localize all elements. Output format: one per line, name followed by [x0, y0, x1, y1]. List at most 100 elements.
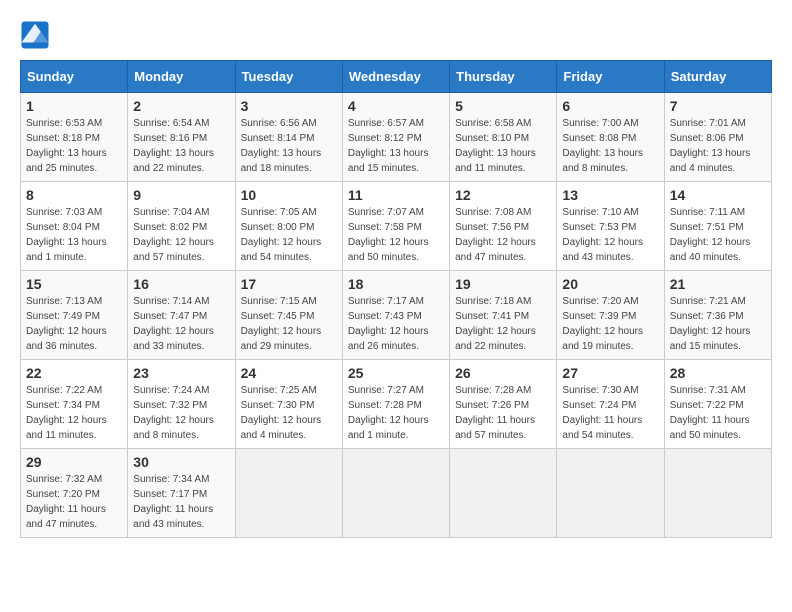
calendar-cell: 4 Sunrise: 6:57 AM Sunset: 8:12 PM Daylig… [342, 93, 449, 182]
day-info: Sunrise: 7:08 AM Sunset: 7:56 PM Dayligh… [455, 205, 551, 265]
logo [20, 20, 54, 50]
calendar-cell: 2 Sunrise: 6:54 AM Sunset: 8:16 PM Daylig… [128, 93, 235, 182]
calendar-cell: 20Sunrise: 7:20 AM Sunset: 7:39 PM Dayli… [557, 271, 664, 360]
day-number: 18 [348, 276, 444, 292]
day-number: 3 [241, 98, 337, 114]
calendar-cell: 21Sunrise: 7:21 AM Sunset: 7:36 PM Dayli… [664, 271, 771, 360]
day-info: Sunrise: 7:31 AM Sunset: 7:22 PM Dayligh… [670, 383, 766, 443]
day-info: Sunrise: 7:15 AM Sunset: 7:45 PM Dayligh… [241, 294, 337, 354]
day-info: Sunrise: 7:07 AM Sunset: 7:58 PM Dayligh… [348, 205, 444, 265]
day-number: 30 [133, 454, 229, 470]
day-info: Sunrise: 7:32 AM Sunset: 7:20 PM Dayligh… [26, 472, 122, 532]
day-info: Sunrise: 7:14 AM Sunset: 7:47 PM Dayligh… [133, 294, 229, 354]
day-number: 15 [26, 276, 122, 292]
calendar-week-row: 29 Sunrise: 7:32 AM Sunset: 7:20 PM Dayli… [21, 449, 772, 538]
day-info: Sunrise: 7:10 AM Sunset: 7:53 PM Dayligh… [562, 205, 658, 265]
day-info: Sunrise: 7:03 AM Sunset: 8:04 PM Dayligh… [26, 205, 122, 265]
day-number: 6 [562, 98, 658, 114]
calendar-cell: 24Sunrise: 7:25 AM Sunset: 7:30 PM Dayli… [235, 360, 342, 449]
calendar-cell: 27Sunrise: 7:30 AM Sunset: 7:24 PM Dayli… [557, 360, 664, 449]
day-number: 9 [133, 187, 229, 203]
calendar-cell [235, 449, 342, 538]
calendar-cell: 28 Sunrise: 7:31 AM Sunset: 7:22 PM Dayli… [664, 360, 771, 449]
calendar-cell: 19 Sunrise: 7:18 AM Sunset: 7:41 PM Dayli… [450, 271, 557, 360]
day-info: Sunrise: 7:27 AM Sunset: 7:28 PM Dayligh… [348, 383, 444, 443]
day-number: 29 [26, 454, 122, 470]
calendar-cell: 18Sunrise: 7:17 AM Sunset: 7:43 PM Dayli… [342, 271, 449, 360]
calendar-cell [664, 449, 771, 538]
day-info: Sunrise: 6:56 AM Sunset: 8:14 PM Dayligh… [241, 116, 337, 176]
day-info: Sunrise: 7:30 AM Sunset: 7:24 PM Dayligh… [562, 383, 658, 443]
calendar-cell: 1 Sunrise: 6:53 AM Sunset: 8:18 PM Daylig… [21, 93, 128, 182]
day-info: Sunrise: 7:24 AM Sunset: 7:32 PM Dayligh… [133, 383, 229, 443]
calendar-body: 1 Sunrise: 6:53 AM Sunset: 8:18 PM Daylig… [21, 93, 772, 538]
calendar-cell: 5 Sunrise: 6:58 AM Sunset: 8:10 PM Daylig… [450, 93, 557, 182]
day-info: Sunrise: 6:53 AM Sunset: 8:18 PM Dayligh… [26, 116, 122, 176]
day-number: 2 [133, 98, 229, 114]
calendar-cell: 15 Sunrise: 7:13 AM Sunset: 7:49 PM Dayli… [21, 271, 128, 360]
calendar-cell: 13 Sunrise: 7:10 AM Sunset: 7:53 PM Dayli… [557, 182, 664, 271]
weekday-header-tuesday: Tuesday [235, 61, 342, 93]
calendar-cell [450, 449, 557, 538]
day-number: 10 [241, 187, 337, 203]
calendar-cell: 9 Sunrise: 7:04 AM Sunset: 8:02 PM Daylig… [128, 182, 235, 271]
day-number: 16 [133, 276, 229, 292]
day-number: 23 [133, 365, 229, 381]
day-info: Sunrise: 7:28 AM Sunset: 7:26 PM Dayligh… [455, 383, 551, 443]
weekday-header-friday: Friday [557, 61, 664, 93]
calendar-cell: 16 Sunrise: 7:14 AM Sunset: 7:47 PM Dayli… [128, 271, 235, 360]
calendar-cell [557, 449, 664, 538]
day-info: Sunrise: 6:54 AM Sunset: 8:16 PM Dayligh… [133, 116, 229, 176]
day-info: Sunrise: 7:05 AM Sunset: 8:00 PM Dayligh… [241, 205, 337, 265]
day-info: Sunrise: 6:58 AM Sunset: 8:10 PM Dayligh… [455, 116, 551, 176]
day-info: Sunrise: 7:01 AM Sunset: 8:06 PM Dayligh… [670, 116, 766, 176]
day-number: 14 [670, 187, 766, 203]
day-info: Sunrise: 7:25 AM Sunset: 7:30 PM Dayligh… [241, 383, 337, 443]
day-number: 28 [670, 365, 766, 381]
calendar-header: SundayMondayTuesdayWednesdayThursdayFrid… [21, 61, 772, 93]
calendar-cell: 7 Sunrise: 7:01 AM Sunset: 8:06 PM Daylig… [664, 93, 771, 182]
logo-icon [20, 20, 50, 50]
day-info: Sunrise: 6:57 AM Sunset: 8:12 PM Dayligh… [348, 116, 444, 176]
weekday-header-row: SundayMondayTuesdayWednesdayThursdayFrid… [21, 61, 772, 93]
header [20, 20, 772, 50]
day-number: 26 [455, 365, 551, 381]
day-number: 4 [348, 98, 444, 114]
day-number: 8 [26, 187, 122, 203]
day-info: Sunrise: 7:34 AM Sunset: 7:17 PM Dayligh… [133, 472, 229, 532]
weekday-header-sunday: Sunday [21, 61, 128, 93]
day-number: 17 [241, 276, 337, 292]
calendar-cell: 10 Sunrise: 7:05 AM Sunset: 8:00 PM Dayli… [235, 182, 342, 271]
calendar-cell: 22 Sunrise: 7:22 AM Sunset: 7:34 PM Dayli… [21, 360, 128, 449]
calendar-week-row: 8 Sunrise: 7:03 AM Sunset: 8:04 PM Daylig… [21, 182, 772, 271]
day-number: 1 [26, 98, 122, 114]
day-info: Sunrise: 7:18 AM Sunset: 7:41 PM Dayligh… [455, 294, 551, 354]
calendar-week-row: 22 Sunrise: 7:22 AM Sunset: 7:34 PM Dayli… [21, 360, 772, 449]
calendar-table: SundayMondayTuesdayWednesdayThursdayFrid… [20, 60, 772, 538]
calendar-cell: 6 Sunrise: 7:00 AM Sunset: 8:08 PM Daylig… [557, 93, 664, 182]
calendar-cell: 11 Sunrise: 7:07 AM Sunset: 7:58 PM Dayli… [342, 182, 449, 271]
day-info: Sunrise: 7:04 AM Sunset: 8:02 PM Dayligh… [133, 205, 229, 265]
day-info: Sunrise: 7:13 AM Sunset: 7:49 PM Dayligh… [26, 294, 122, 354]
day-number: 13 [562, 187, 658, 203]
calendar-cell: 8 Sunrise: 7:03 AM Sunset: 8:04 PM Daylig… [21, 182, 128, 271]
day-number: 25 [348, 365, 444, 381]
day-info: Sunrise: 7:00 AM Sunset: 8:08 PM Dayligh… [562, 116, 658, 176]
day-number: 7 [670, 98, 766, 114]
calendar-cell: 14Sunrise: 7:11 AM Sunset: 7:51 PM Dayli… [664, 182, 771, 271]
day-number: 22 [26, 365, 122, 381]
day-info: Sunrise: 7:21 AM Sunset: 7:36 PM Dayligh… [670, 294, 766, 354]
day-number: 11 [348, 187, 444, 203]
day-number: 20 [562, 276, 658, 292]
weekday-header-wednesday: Wednesday [342, 61, 449, 93]
calendar-cell: 30 Sunrise: 7:34 AM Sunset: 7:17 PM Dayli… [128, 449, 235, 538]
weekday-header-thursday: Thursday [450, 61, 557, 93]
calendar-cell: 12Sunrise: 7:08 AM Sunset: 7:56 PM Dayli… [450, 182, 557, 271]
day-info: Sunrise: 7:22 AM Sunset: 7:34 PM Dayligh… [26, 383, 122, 443]
calendar-cell: 23 Sunrise: 7:24 AM Sunset: 7:32 PM Dayli… [128, 360, 235, 449]
calendar-cell: 17 Sunrise: 7:15 AM Sunset: 7:45 PM Dayli… [235, 271, 342, 360]
day-number: 5 [455, 98, 551, 114]
day-number: 19 [455, 276, 551, 292]
calendar-cell [342, 449, 449, 538]
calendar-week-row: 15 Sunrise: 7:13 AM Sunset: 7:49 PM Dayli… [21, 271, 772, 360]
